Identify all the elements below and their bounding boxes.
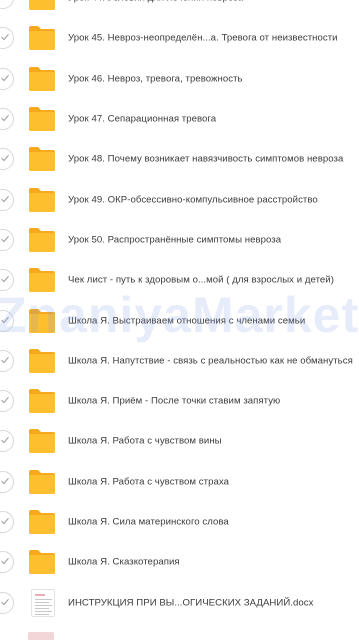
select-checkbox[interactable] xyxy=(0,148,14,171)
file-name: Урок 49. ОКР-обсессивно-компульсивное ра… xyxy=(68,194,318,206)
file-name: Школа Я. Приём - После точки ставим запя… xyxy=(68,395,281,407)
folder-icon xyxy=(28,227,56,253)
file-name: Школа Я. Сказкотерапия xyxy=(68,556,180,568)
file-name: Школа Я. Работа с чувством вины xyxy=(68,435,222,447)
folder-row[interactable]: Школа Я. Работа с чувством вины xyxy=(0,421,359,461)
select-checkbox[interactable] xyxy=(0,269,14,292)
folder-icon xyxy=(28,0,56,11)
file-name: Школа Я. Напутствие - связь с реальность… xyxy=(68,355,353,367)
folder-icon xyxy=(28,428,56,454)
folder-row[interactable]: Школа Я. Напутствие - связь с реальность… xyxy=(0,341,359,381)
folder-row[interactable]: Школа Я. Выстраиваем отношения с членами… xyxy=(0,300,359,340)
file-name: Школа Я. Выстраиваем отношения с членами… xyxy=(68,315,306,327)
select-checkbox[interactable] xyxy=(0,430,14,453)
folder-row[interactable]: Урок 47. Сепарационная тревога xyxy=(0,99,359,139)
select-checkbox[interactable] xyxy=(0,108,14,131)
folder-icon xyxy=(28,66,56,92)
folder-icon xyxy=(28,187,56,213)
file-list-screen: Урок 44. Условия для лечения невроза Урок… xyxy=(0,0,359,640)
file-name: Урок 48. Почему возникает навязчивость с… xyxy=(68,153,344,165)
folder-row[interactable]: Урок 46. Невроз, тревога, тревожность xyxy=(0,59,359,99)
select-checkbox[interactable] xyxy=(0,591,14,614)
select-checkbox[interactable] xyxy=(0,551,14,574)
select-checkbox[interactable] xyxy=(0,470,14,493)
select-checkbox[interactable] xyxy=(0,188,14,211)
select-checkbox[interactable] xyxy=(0,0,14,10)
select-checkbox[interactable] xyxy=(0,349,14,372)
file-name: ИНСТРУКЦИЯ ПРИ ВЫ...ОГИЧЕСКИХ ЗАДАНИЙ.do… xyxy=(68,597,314,609)
file-name: Школа Я. Сила материнского слова xyxy=(68,516,229,528)
file-name: Урок 44. Условия для лечения невроза xyxy=(68,0,243,4)
folder-icon xyxy=(28,106,56,132)
file-name: Чек лист - путь к здоровым о...мой ( для… xyxy=(68,274,334,286)
folder-icon xyxy=(28,25,56,51)
document-row[interactable]: ИНСТРУКЦИЯ ПРИ ВЫ...ОГИЧЕСКИХ ЗАДАНИЙ.do… xyxy=(0,582,359,622)
select-checkbox[interactable] xyxy=(0,27,14,50)
next-document-thumbnail xyxy=(28,632,54,640)
select-checkbox[interactable] xyxy=(0,228,14,251)
folder-row[interactable]: Чек лист - путь к здоровым о...мой ( для… xyxy=(0,260,359,300)
folder-row[interactable]: Урок 45. Невроз-неопределён...а. Тревога… xyxy=(0,18,359,58)
folder-icon xyxy=(28,469,56,495)
folder-icon xyxy=(28,146,56,172)
file-name: Школа Я. Работа с чувством страха xyxy=(68,476,229,488)
folder-icon xyxy=(28,509,56,535)
file-name: Урок 46. Невроз, тревога, тревожность xyxy=(68,73,243,85)
folder-row[interactable]: Урок 48. Почему возникает навязчивость с… xyxy=(0,139,359,179)
file-name: Урок 47. Сепарационная тревога xyxy=(68,113,217,125)
file-list: Урок 44. Условия для лечения невроза Урок… xyxy=(0,0,359,623)
select-checkbox[interactable] xyxy=(0,390,14,413)
folder-row[interactable]: Школа Я. Работа с чувством страха xyxy=(0,462,359,502)
select-checkbox[interactable] xyxy=(0,309,14,332)
folder-icon xyxy=(28,308,56,334)
file-name: Урок 50. Распространённые симптомы невро… xyxy=(68,234,282,246)
folder-row[interactable]: Школа Я. Сказкотерапия xyxy=(0,542,359,582)
document-thumbnail-icon xyxy=(31,588,55,617)
folder-row[interactable]: Урок 44. Условия для лечения невроза xyxy=(0,0,359,18)
folder-icon xyxy=(28,388,56,414)
folder-row[interactable]: Урок 49. ОКР-обсессивно-компульсивное ра… xyxy=(0,179,359,219)
folder-icon xyxy=(28,549,56,575)
folder-row[interactable]: Урок 50. Распространённые симптомы невро… xyxy=(0,220,359,260)
folder-row[interactable]: Школа Я. Сила материнского слова xyxy=(0,502,359,542)
folder-icon xyxy=(28,348,56,374)
folder-icon xyxy=(28,267,56,293)
file-name: Урок 45. Невроз-неопределён...а. Тревога… xyxy=(68,32,338,44)
select-checkbox[interactable] xyxy=(0,511,14,533)
select-checkbox[interactable] xyxy=(0,67,14,90)
folder-row[interactable]: Школа Я. Приём - После точки ставим запя… xyxy=(0,381,359,421)
